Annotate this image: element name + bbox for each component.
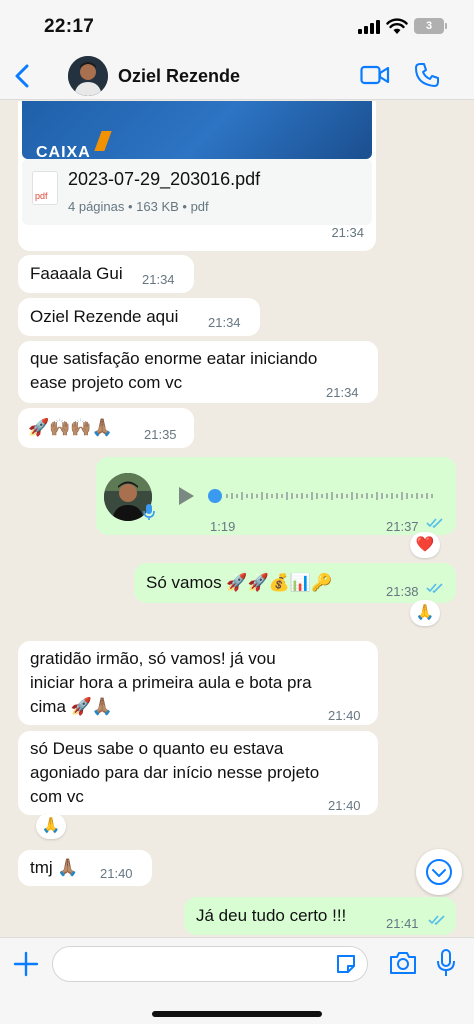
message-time: 21:40: [328, 798, 361, 813]
voice-duration: 1:19: [210, 519, 236, 534]
message-text: Já deu tudo certo !!!: [196, 906, 347, 925]
chat-area[interactable]: CAIXA pdf 2023-07-29_203016.pdf 4 página…: [0, 101, 474, 937]
contact-avatar[interactable]: [68, 56, 108, 96]
message-text: tmj 🙏🏽: [30, 858, 79, 877]
message-time: 21:34: [326, 385, 359, 400]
message-time: 21:35: [144, 427, 177, 442]
audio-waveform[interactable]: [224, 487, 436, 505]
incoming-message[interactable]: só Deus sabe o quanto eu estava agoniado…: [18, 731, 378, 815]
message-text: Faaaala Gui: [30, 264, 123, 283]
read-receipt-icon: [428, 915, 445, 926]
message-time: 21:40: [328, 708, 361, 723]
message-text-line1: que satisfação enorme eatar iniciando: [30, 349, 318, 368]
chevron-down-icon: [426, 859, 452, 885]
message-text-line3: com vc: [30, 787, 84, 806]
input-bar: [0, 937, 474, 1024]
incoming-message[interactable]: Oziel Rezende aqui 21:34: [18, 298, 260, 336]
message-input[interactable]: [52, 946, 368, 982]
read-receipt-icon: [426, 518, 443, 529]
playback-handle[interactable]: [208, 489, 222, 503]
video-camera-icon[interactable]: [360, 63, 390, 87]
incoming-message[interactable]: 🚀🙌🏽🙌🏽🙏🏽 21:35: [18, 408, 194, 448]
battery-icon: 3: [414, 18, 447, 34]
document-file-meta: 4 páginas • 163 KB • pdf: [68, 199, 209, 214]
message-time: 21:34: [208, 315, 241, 330]
message-text-line2: iniciar hora a primeira aula e bota pra: [30, 673, 312, 692]
voice-message[interactable]: 1:19 21:37: [96, 457, 456, 535]
incoming-message[interactable]: gratidão irmão, só vamos! já vou iniciar…: [18, 641, 378, 725]
message-time: 21:40: [100, 866, 133, 881]
message-text: Oziel Rezende aqui: [30, 307, 179, 326]
read-receipt-icon: [426, 583, 443, 594]
phone-icon[interactable]: [414, 62, 440, 88]
message-text: 🚀🙌🏽🙌🏽🙏🏽: [28, 418, 113, 437]
outgoing-message[interactable]: Só vamos 🚀🚀💰📊🔑 21:38: [134, 563, 456, 603]
document-file-name: 2023-07-29_203016.pdf: [68, 169, 261, 189]
document-message[interactable]: CAIXA pdf 2023-07-29_203016.pdf 4 página…: [18, 101, 376, 251]
signal-icon: [358, 20, 380, 34]
reaction-badge[interactable]: 🙏: [410, 600, 440, 626]
message-text-line3: cima 🚀🙏🏽: [30, 697, 113, 716]
message-text: Só vamos 🚀🚀💰📊🔑: [146, 573, 333, 592]
status-time: 22:17: [44, 16, 95, 37]
play-icon[interactable]: [176, 485, 196, 507]
reaction-badge[interactable]: 🙏: [36, 813, 66, 839]
document-thumbnail[interactable]: CAIXA: [22, 101, 372, 159]
mic-icon[interactable]: [436, 948, 456, 978]
incoming-message[interactable]: tmj 🙏🏽 21:40: [18, 850, 152, 886]
back-arrow-icon[interactable]: [10, 60, 36, 92]
scroll-to-bottom-button[interactable]: [416, 849, 462, 895]
incoming-message[interactable]: Faaaala Gui 21:34: [18, 255, 194, 293]
message-time: 21:34: [142, 272, 175, 287]
message-time: 21:41: [386, 916, 419, 931]
status-bar: 22:17 3: [0, 0, 474, 52]
message-time: 21:34: [331, 225, 364, 240]
chat-header: Oziel Rezende: [0, 52, 474, 100]
message-text-line2: agoniado para dar início nesse projeto: [30, 763, 320, 782]
sticker-icon[interactable]: [334, 952, 358, 976]
pdf-icon: pdf: [32, 171, 58, 205]
reaction-badge[interactable]: ❤️: [410, 532, 440, 558]
incoming-message[interactable]: que satisfação enorme eatar iniciando ea…: [18, 341, 378, 403]
contact-name[interactable]: Oziel Rezende: [118, 66, 240, 87]
message-text-line2: ease projeto com vc: [30, 373, 183, 392]
wifi-icon: [386, 18, 408, 34]
outgoing-message[interactable]: Já deu tudo certo !!! 21:41: [184, 897, 456, 935]
home-indicator: [152, 1011, 322, 1017]
message-text-line1: só Deus sabe o quanto eu estava: [30, 739, 284, 758]
document-info[interactable]: pdf 2023-07-29_203016.pdf 4 páginas • 16…: [22, 159, 372, 225]
message-text-line1: gratidão irmão, só vamos! já vou: [30, 649, 276, 668]
message-time: 21:38: [386, 584, 419, 599]
document-banner-text: CAIXA: [36, 144, 91, 159]
mic-icon: [143, 504, 155, 520]
plus-icon[interactable]: [12, 950, 40, 978]
camera-icon[interactable]: [388, 950, 418, 976]
